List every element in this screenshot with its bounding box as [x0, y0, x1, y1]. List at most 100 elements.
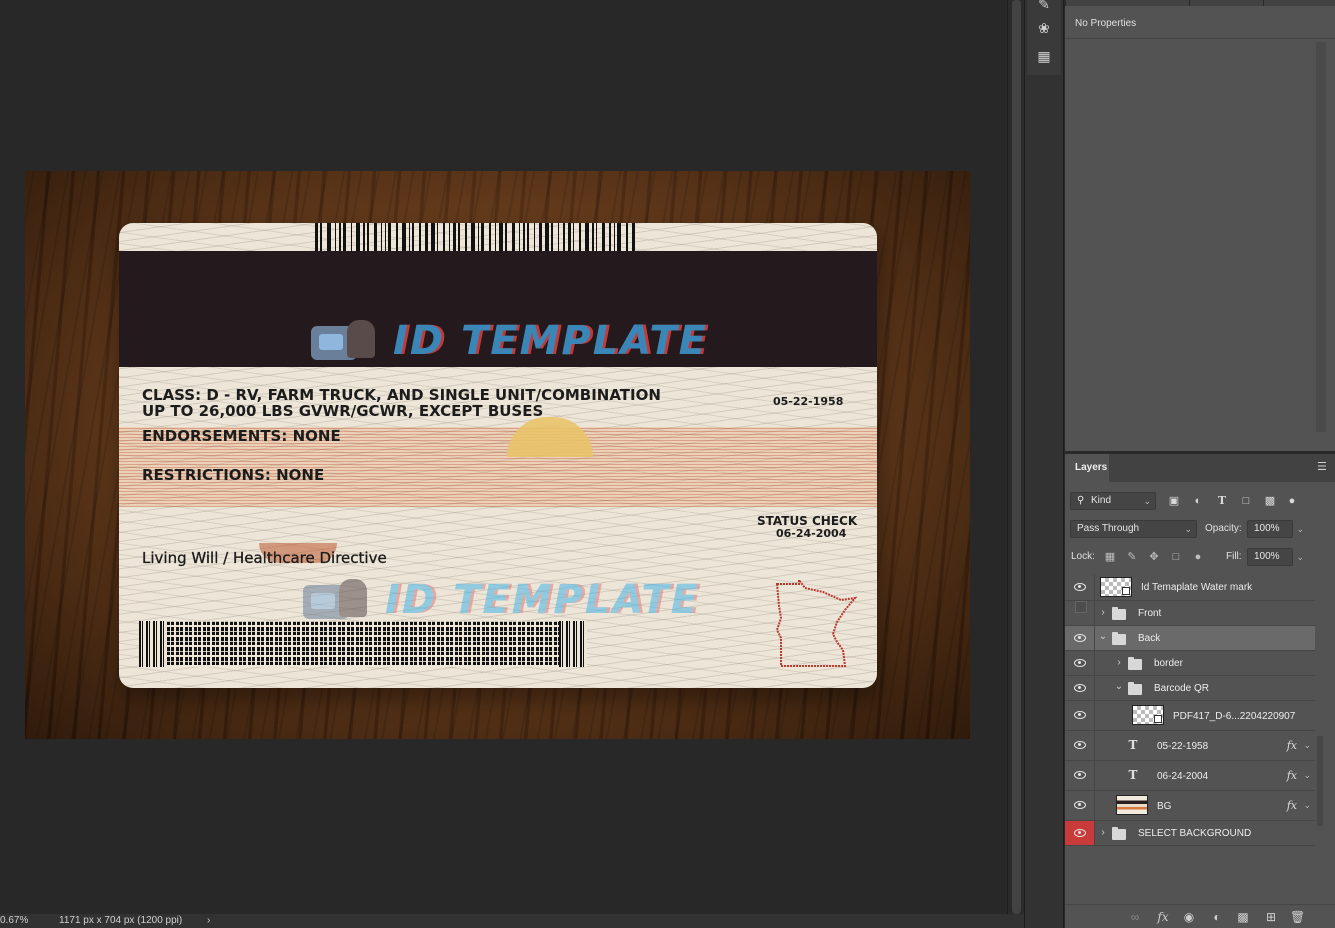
opacity-label: Opacity: — [1205, 523, 1242, 534]
barcode-bar — [443, 223, 445, 251]
visibility-toggle[interactable] — [1065, 574, 1095, 600]
barcode-bar — [585, 223, 589, 251]
brush-settings-icon[interactable]: ✎ — [1035, 0, 1053, 12]
visibility-toggle[interactable] — [1065, 731, 1095, 760]
properties-tab-strip[interactable] — [1065, 0, 1335, 6]
barcode-bar — [495, 223, 496, 251]
barcode-bar — [458, 223, 460, 251]
trash-icon[interactable]: 🗑 — [1290, 910, 1305, 924]
search-icon: ⚲ — [1077, 495, 1085, 506]
fx-icon[interactable]: fx — [1287, 799, 1297, 812]
barcode-bar — [478, 223, 479, 251]
lock-all-icon[interactable]: ● — [1192, 551, 1204, 563]
grid-table-icon[interactable]: ▦ — [1035, 48, 1053, 64]
opacity-value: 100% — [1254, 523, 1280, 534]
canvas-area[interactable]: ID TEMPLATE CLASS: D - RV, FARM TRUCK, A… — [0, 0, 1007, 914]
eye-icon — [1074, 684, 1086, 692]
visibility-toggle[interactable] — [1065, 601, 1095, 625]
panel-menu-icon[interactable]: ☰ — [1317, 462, 1327, 473]
watermark-text: ID TEMPLATE — [393, 318, 708, 364]
type-layer-filter-icon[interactable]: T — [1216, 495, 1228, 507]
layer-row-selected[interactable]: ⌄ Back — [1065, 626, 1315, 651]
document-size: 1171 px x 704 px (1200 ppi) — [59, 915, 183, 926]
lock-position-icon[interactable]: ✥ — [1148, 551, 1160, 563]
visibility-toggle[interactable] — [1065, 761, 1095, 790]
class-line-2: UP TO 26,000 LBS GVWR/GCWR, EXCEPT BUSES — [142, 402, 544, 420]
layer-style-fx-icon[interactable]: fx — [1156, 910, 1170, 924]
eye-icon — [1074, 829, 1086, 837]
barcode-bar — [481, 223, 484, 251]
filter-kind-select[interactable]: ⚲ Kind ⌄ — [1070, 492, 1156, 510]
add-mask-icon[interactable]: ◉ — [1182, 910, 1196, 924]
layer-row[interactable]: Id Temaplate Water mark — [1065, 574, 1315, 601]
layer-name: Back — [1138, 633, 1161, 644]
sun-graphic — [507, 417, 593, 457]
status-menu-arrow[interactable]: › — [207, 915, 210, 926]
layer-row[interactable]: › SELECT BACKGROUND — [1065, 821, 1315, 846]
text-layer-icon: T — [1128, 738, 1138, 752]
chevron-down-icon[interactable]: ⌄ — [1098, 631, 1108, 642]
lock-artboard-icon[interactable]: □ — [1170, 551, 1182, 563]
visibility-toggle[interactable] — [1065, 626, 1095, 650]
new-group-folder-icon[interactable]: ▩ — [1236, 910, 1250, 924]
visibility-toggle[interactable] — [1065, 701, 1095, 730]
barcode-bar — [396, 223, 398, 251]
document-canvas[interactable]: ID TEMPLATE CLASS: D - RV, FARM TRUCK, A… — [25, 171, 970, 739]
properties-scrollbar[interactable] — [1316, 42, 1326, 432]
fx-icon[interactable]: fx — [1287, 739, 1297, 752]
lock-image-icon[interactable]: ✎ — [1126, 551, 1138, 563]
adjustment-layer-icon[interactable]: ◐ — [1210, 910, 1224, 924]
watermark-logo-icon — [307, 316, 385, 366]
blend-mode-select[interactable]: Pass Through ⌄ — [1070, 520, 1197, 538]
visibility-toggle[interactable] — [1065, 791, 1095, 820]
filter-kind-label: Kind — [1091, 495, 1112, 506]
shape-layer-filter-icon[interactable]: □ — [1240, 495, 1252, 507]
smart-object-icon — [1154, 715, 1162, 723]
chevron-down-icon[interactable]: ⌄ — [1303, 740, 1311, 751]
visibility-toggle[interactable] — [1065, 651, 1095, 675]
eye-icon — [1074, 711, 1086, 719]
chevron-down-icon[interactable]: ⌄ — [1114, 681, 1124, 692]
barcode-bar — [568, 223, 571, 251]
opacity-input[interactable]: 100% ⌄ — [1247, 520, 1304, 538]
palette-icon[interactable]: ❀ — [1035, 20, 1053, 36]
fx-icon[interactable]: fx — [1287, 769, 1297, 782]
filter-toggle-icon[interactable]: ● — [1286, 495, 1298, 507]
chevron-right-icon[interactable]: › — [1098, 827, 1108, 838]
barcode-bar — [471, 223, 475, 251]
smart-object-filter-icon[interactable]: ▩ — [1264, 495, 1276, 507]
scrollbar-thumb[interactable] — [1012, 0, 1021, 914]
layer-row[interactable]: ⌄ Barcode QR — [1065, 676, 1315, 701]
fill-input[interactable]: 100% ⌄ — [1247, 548, 1304, 566]
new-layer-icon[interactable]: ⊞ — [1264, 910, 1278, 924]
lock-transparent-icon[interactable]: ▦ — [1104, 551, 1116, 563]
layer-row[interactable]: › Front — [1065, 601, 1315, 626]
layer-name: 05-22-1958 — [1157, 741, 1209, 752]
link-layers-icon[interactable]: ∞ — [1128, 910, 1142, 924]
chevron-down-icon[interactable]: ⌄ — [1296, 521, 1304, 537]
adjustment-layer-filter-icon[interactable]: ◐ — [1192, 495, 1204, 507]
visibility-toggle[interactable] — [1065, 821, 1095, 845]
chevron-down-icon[interactable]: ⌄ — [1303, 770, 1311, 781]
layers-scrollbar[interactable] — [1317, 736, 1323, 826]
chevron-down-icon: ⌄ — [1184, 524, 1192, 534]
barcode-bar — [523, 223, 525, 251]
chevron-down-icon[interactable]: ⌄ — [1296, 549, 1304, 565]
canvas-vertical-scrollbar[interactable] — [1007, 0, 1024, 914]
pixel-layer-filter-icon[interactable]: ▣ — [1168, 495, 1180, 507]
visibility-toggle[interactable] — [1065, 676, 1095, 700]
layer-row[interactable]: T 06-24-2004 fx ⌄ — [1065, 761, 1315, 791]
chevron-right-icon[interactable]: › — [1098, 607, 1108, 618]
barcode-bar — [409, 223, 410, 251]
chevron-down-icon[interactable]: ⌄ — [1303, 800, 1311, 811]
layer-row[interactable]: BG fx ⌄ — [1065, 791, 1315, 821]
layers-tab[interactable]: Layers — [1065, 454, 1109, 482]
zoom-level[interactable]: 0.67% — [0, 915, 28, 926]
panel-dock-icons: ✎ ❀ ▦ — [1024, 0, 1064, 928]
layer-row[interactable]: › border — [1065, 651, 1315, 676]
chevron-right-icon[interactable]: › — [1114, 657, 1124, 668]
layer-row[interactable]: T 05-22-1958 fx ⌄ — [1065, 731, 1315, 761]
barcode-bar — [449, 223, 450, 251]
watermark-bottom: ID TEMPLATE — [299, 575, 700, 625]
layer-row[interactable]: PDF417_D-6...2204220907 — [1065, 701, 1315, 731]
